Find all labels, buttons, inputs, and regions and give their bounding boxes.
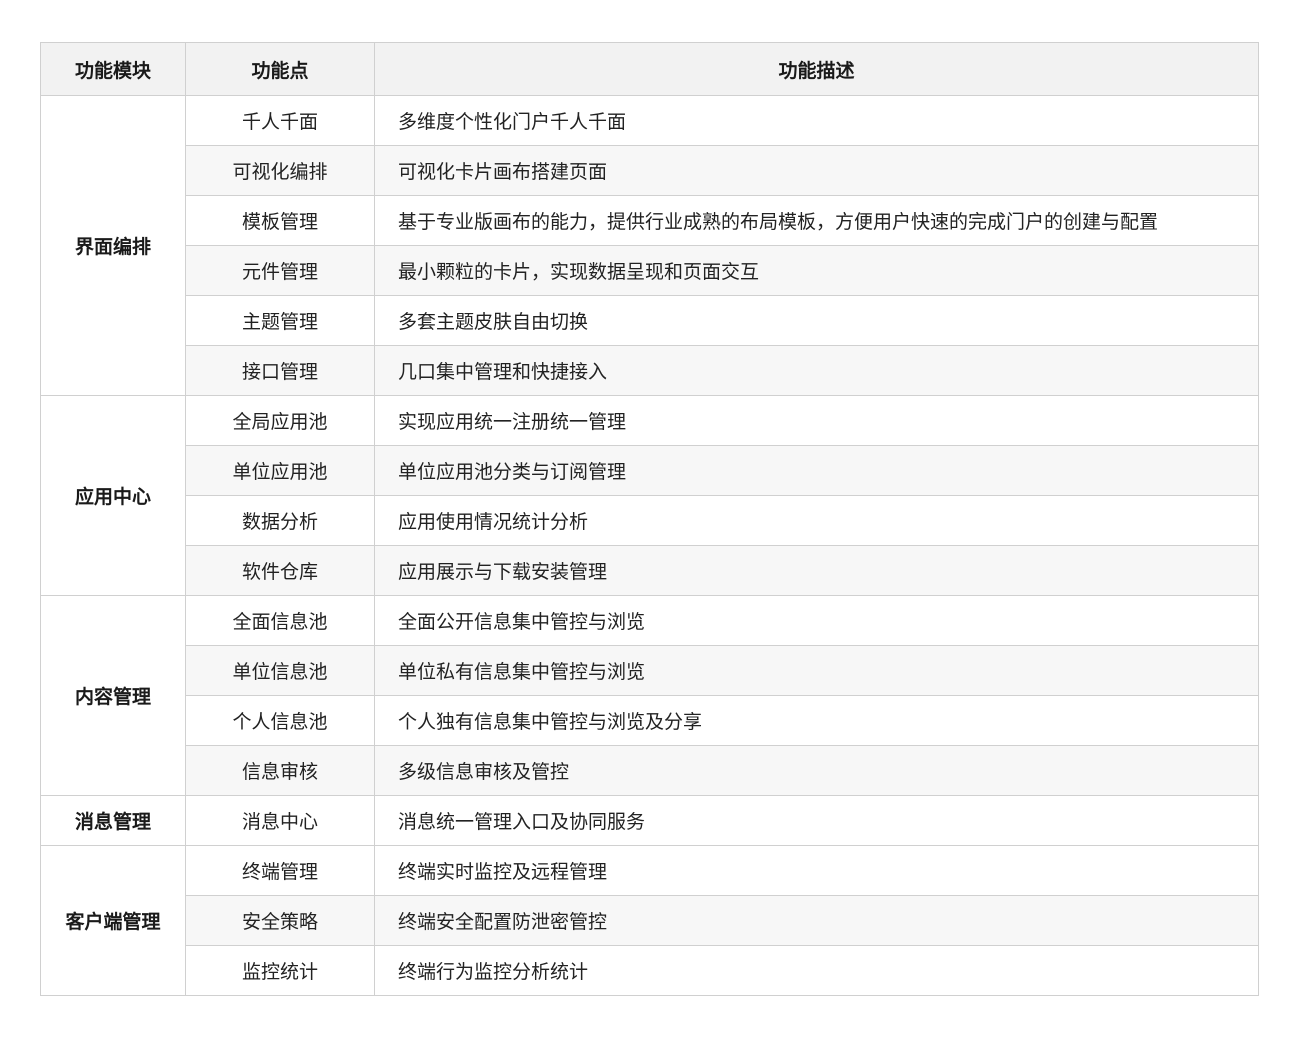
point-cell: 终端管理 <box>185 845 375 896</box>
module-cell: 客户端管理 <box>40 845 186 996</box>
table-row: 主题管理 多套主题皮肤自由切换 <box>41 295 1259 346</box>
desc-cell: 单位应用池分类与订阅管理 <box>374 445 1259 496</box>
desc-cell: 可视化卡片画布搭建页面 <box>374 145 1259 196</box>
desc-cell: 消息统一管理入口及协同服务 <box>374 795 1259 846</box>
desc-cell: 多维度个性化门户千人千面 <box>374 95 1259 146</box>
desc-cell: 实现应用统一注册统一管理 <box>374 395 1259 446</box>
module-cell: 消息管理 <box>40 795 186 846</box>
point-cell: 模板管理 <box>185 195 375 246</box>
table-row: 安全策略 终端安全配置防泄密管控 <box>41 895 1259 946</box>
table-body: 界面编排 千人千面 多维度个性化门户千人千面 可视化编排 可视化卡片画布搭建页面… <box>40 95 1259 996</box>
header-module: 功能模块 <box>40 42 186 96</box>
point-cell: 全局应用池 <box>185 395 375 446</box>
table-row: 可视化编排 可视化卡片画布搭建页面 <box>41 145 1259 196</box>
point-cell: 信息审核 <box>185 745 375 796</box>
point-cell: 主题管理 <box>185 295 375 346</box>
table-row: 单位信息池 单位私有信息集中管控与浏览 <box>41 645 1259 696</box>
point-cell: 数据分析 <box>185 495 375 546</box>
feature-table: 功能模块 功能点 功能描述 界面编排 千人千面 多维度个性化门户千人千面 可视化… <box>40 42 1259 996</box>
desc-cell: 终端行为监控分析统计 <box>374 945 1259 996</box>
desc-cell: 基于专业版画布的能力，提供行业成熟的布局模板，方便用户快速的完成门户的创建与配置 <box>374 195 1259 246</box>
point-cell: 单位信息池 <box>185 645 375 696</box>
table-row: 监控统计 终端行为监控分析统计 <box>41 945 1259 996</box>
header-row: 功能模块 功能点 功能描述 <box>40 42 1259 96</box>
table-row: 元件管理 最小颗粒的卡片，实现数据呈现和页面交互 <box>41 245 1259 296</box>
desc-cell: 多级信息审核及管控 <box>374 745 1259 796</box>
table-row: 个人信息池 个人独有信息集中管控与浏览及分享 <box>41 695 1259 746</box>
table-row: 模板管理 基于专业版画布的能力，提供行业成熟的布局模板，方便用户快速的完成门户的… <box>41 195 1259 246</box>
desc-cell: 全面公开信息集中管控与浏览 <box>374 595 1259 646</box>
table-row: 内容管理 全面信息池 全面公开信息集中管控与浏览 <box>40 595 1259 796</box>
point-cell: 安全策略 <box>185 895 375 946</box>
point-cell: 软件仓库 <box>185 545 375 596</box>
point-cell: 千人千面 <box>185 95 375 146</box>
point-cell: 接口管理 <box>185 345 375 396</box>
module-cell: 内容管理 <box>40 595 186 796</box>
module-cell: 应用中心 <box>40 395 186 596</box>
point-cell: 个人信息池 <box>185 695 375 746</box>
table-row: 接口管理 几口集中管理和快捷接入 <box>41 345 1259 396</box>
header-desc: 功能描述 <box>374 42 1259 96</box>
table-row: 客户端管理 终端管理 终端实时监控及远程管理 <box>40 845 1259 996</box>
table-row: 信息审核 多级信息审核及管控 <box>41 745 1259 796</box>
module-cell: 界面编排 <box>40 95 186 396</box>
point-cell: 单位应用池 <box>185 445 375 496</box>
point-cell: 全面信息池 <box>185 595 375 646</box>
table-row: 软件仓库 应用展示与下载安装管理 <box>41 545 1259 596</box>
desc-cell: 最小颗粒的卡片，实现数据呈现和页面交互 <box>374 245 1259 296</box>
feature-table-container: 功能模块 功能点 功能描述 界面编排 千人千面 多维度个性化门户千人千面 可视化… <box>40 42 1259 996</box>
desc-cell: 个人独有信息集中管控与浏览及分享 <box>374 695 1259 746</box>
point-cell: 消息中心 <box>185 795 375 846</box>
desc-cell: 单位私有信息集中管控与浏览 <box>374 645 1259 696</box>
desc-cell: 应用使用情况统计分析 <box>374 495 1259 546</box>
table-row: 界面编排 千人千面 多维度个性化门户千人千面 <box>40 95 1259 396</box>
desc-cell: 几口集中管理和快捷接入 <box>374 345 1259 396</box>
table-header: 功能模块 功能点 功能描述 <box>40 42 1259 96</box>
point-cell: 元件管理 <box>185 245 375 296</box>
table-row: 应用中心 全局应用池 实现应用统一注册统一管理 <box>40 395 1259 596</box>
table-row: 单位应用池 单位应用池分类与订阅管理 <box>41 445 1259 496</box>
header-point: 功能点 <box>185 42 375 96</box>
table-row: 数据分析 应用使用情况统计分析 <box>41 495 1259 546</box>
desc-cell: 应用展示与下载安装管理 <box>374 545 1259 596</box>
point-cell: 监控统计 <box>185 945 375 996</box>
desc-cell: 终端安全配置防泄密管控 <box>374 895 1259 946</box>
desc-cell: 终端实时监控及远程管理 <box>374 845 1259 896</box>
point-cell: 可视化编排 <box>185 145 375 196</box>
desc-cell: 多套主题皮肤自由切换 <box>374 295 1259 346</box>
table-row: 消息管理 消息中心 消息统一管理入口及协同服务 <box>40 795 1259 846</box>
